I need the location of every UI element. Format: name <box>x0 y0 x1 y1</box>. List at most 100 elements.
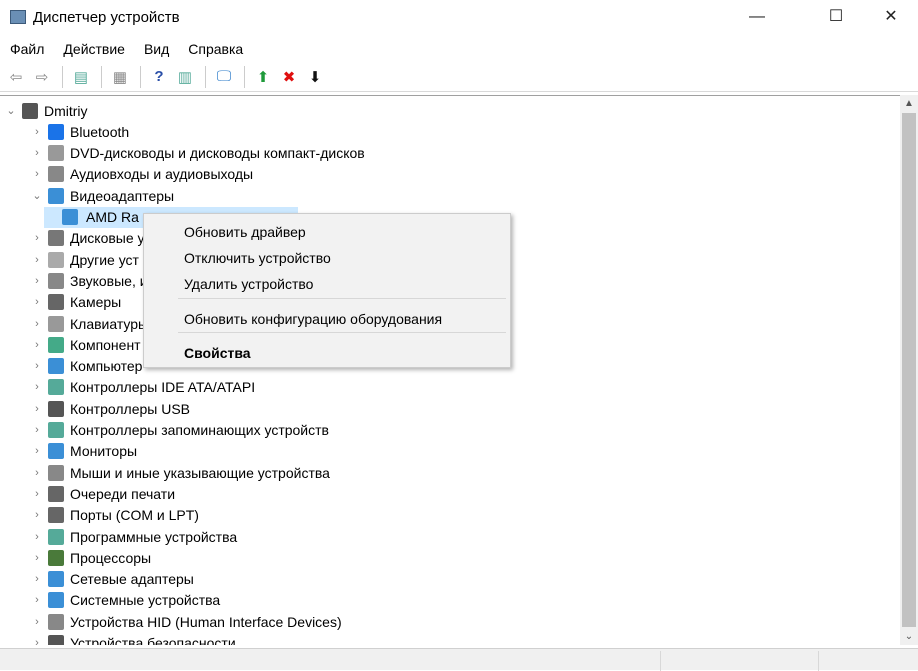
expand-chevron-icon[interactable]: › <box>30 403 44 415</box>
tree-item[interactable]: › Дисковые у <box>30 228 145 249</box>
tree-item[interactable]: › Другие уст <box>30 249 139 270</box>
menu-view[interactable]: Вид <box>134 38 178 60</box>
tree-item[interactable]: › Клавиатуры <box>30 313 148 334</box>
software-device-icon <box>48 528 64 545</box>
storage-controller-icon <box>48 422 64 438</box>
expand-chevron-icon[interactable]: › <box>30 381 44 393</box>
collapse-chevron-icon[interactable]: ⌄ <box>4 104 18 117</box>
action-pane-button[interactable]: ▥ <box>173 65 197 89</box>
tree-item[interactable]: › Контроллеры запоминающих устройств <box>30 420 329 441</box>
menu-item-uninstall-device[interactable]: Удалить устройство <box>184 276 313 292</box>
software-component-icon <box>48 336 64 353</box>
tree-item-label: Процессоры <box>70 549 152 566</box>
tree-item[interactable]: › Контроллеры USB <box>30 398 190 419</box>
download-button[interactable]: ⬇ <box>303 65 327 89</box>
tree-item-label: Очереди печати <box>70 485 176 502</box>
menu-item-update-driver[interactable]: Обновить драйвер <box>184 224 306 240</box>
close-button[interactable]: ✕ <box>868 0 914 34</box>
tree-item[interactable]: › Камеры <box>30 292 121 313</box>
expand-chevron-icon[interactable]: › <box>30 509 44 521</box>
tree-item[interactable]: › Bluetooth <box>30 121 129 142</box>
menu-item-scan-hardware[interactable]: Обновить конфигурацию оборудования <box>184 311 442 327</box>
expand-chevron-icon[interactable]: › <box>30 296 44 308</box>
menu-bar: Файл Действие Вид Справка <box>0 38 252 60</box>
menu-action[interactable]: Действие <box>53 38 134 60</box>
properties-button[interactable]: ▦ <box>108 65 132 89</box>
security-device-icon <box>48 635 64 645</box>
tree-item[interactable]: › Порты (COM и LPT) <box>30 505 199 526</box>
expand-chevron-icon[interactable]: › <box>30 594 44 606</box>
menu-item-disable-device[interactable]: Отключить устройство <box>184 250 331 266</box>
expand-chevron-icon[interactable]: › <box>30 275 44 287</box>
menu-file[interactable]: Файл <box>0 38 53 60</box>
tree-item[interactable]: › Аудиовходы и аудиовыходы <box>30 164 253 185</box>
expand-chevron-icon[interactable]: › <box>30 232 44 244</box>
scroll-down-icon[interactable]: ⌄ <box>900 631 918 642</box>
expand-chevron-icon[interactable]: › <box>30 168 44 180</box>
vertical-scrollbar[interactable]: ▲ ⌄ <box>900 95 918 645</box>
expand-chevron-icon[interactable]: › <box>30 339 44 351</box>
expand-chevron-icon[interactable]: › <box>30 360 44 372</box>
scan-hardware-button[interactable]: 🖵 <box>212 65 236 89</box>
properties-icon: ▦ <box>112 68 128 86</box>
scroll-up-icon[interactable]: ▲ <box>900 98 918 109</box>
forward-arrow-button[interactable]: ⇨ <box>30 65 54 89</box>
menu-separator <box>178 332 506 333</box>
minimize-button[interactable]: — <box>734 0 780 34</box>
back-arrow-icon: ⇦ <box>9 68 23 86</box>
expand-chevron-icon[interactable]: › <box>30 637 44 645</box>
expand-chevron-icon[interactable]: › <box>30 531 44 543</box>
tree-item[interactable]: › Мониторы <box>30 441 137 462</box>
speaker-icon <box>48 166 64 183</box>
tree-item[interactable]: › Контроллеры IDE ATA/ATAPI <box>30 377 255 398</box>
tree-item[interactable]: › Мыши и иные указывающие устройства <box>30 462 330 483</box>
tree-item[interactable]: › DVD-дисководы и дисководы компакт-диско… <box>30 143 365 164</box>
tree-item[interactable]: ⌄ Dmitriy <box>4 100 88 121</box>
tree-item[interactable]: › Компонент <box>30 334 141 355</box>
tree-item-label: DVD-дисководы и дисководы компакт-дисков <box>70 145 365 162</box>
tree-item[interactable]: › Устройства HID (Human Interface Devices… <box>30 611 342 632</box>
tree-item-label: Мыши и иные указывающие устройства <box>70 464 330 481</box>
tree-item-label: Компонент <box>70 336 141 353</box>
display-adapter-icon <box>48 187 64 204</box>
tree-item-label: Контроллеры запоминающих устройств <box>70 422 329 438</box>
expand-chevron-icon[interactable]: › <box>30 445 44 457</box>
update-driver-button[interactable]: ⬆ <box>251 65 275 89</box>
expand-chevron-icon[interactable]: › <box>30 126 44 138</box>
maximize-button[interactable]: ☐ <box>813 0 859 34</box>
expand-chevron-icon[interactable]: › <box>30 552 44 564</box>
tree-item[interactable]: › Очереди печати <box>30 483 175 504</box>
expand-chevron-icon[interactable]: › <box>30 467 44 479</box>
show-hide-console-tree-button[interactable]: ▤ <box>69 65 93 89</box>
expand-chevron-icon[interactable]: › <box>30 318 44 330</box>
usb-icon <box>48 400 64 417</box>
menu-help[interactable]: Справка <box>178 38 252 60</box>
expand-chevron-icon[interactable]: › <box>30 424 44 436</box>
toolbar-separator <box>205 65 206 88</box>
tree-item[interactable]: › Системные устройства <box>30 590 220 611</box>
tree-item[interactable]: › Компьютер <box>30 356 142 377</box>
scrollbar-thumb[interactable] <box>902 113 916 627</box>
expand-chevron-icon[interactable]: › <box>30 254 44 266</box>
port-icon <box>48 507 64 524</box>
tree-item[interactable]: › Сетевые адаптеры <box>30 569 194 590</box>
help-button[interactable]: ? <box>147 65 171 89</box>
tree-item-label: Видеоадаптеры <box>70 187 175 204</box>
uninstall-button[interactable]: ✖ <box>277 65 301 89</box>
expand-chevron-icon[interactable]: › <box>30 573 44 585</box>
tree-item[interactable]: › Программные устройства <box>30 526 237 547</box>
tree-item-label: Dmitriy <box>44 102 88 119</box>
tree-item[interactable]: › Процессоры <box>30 547 151 568</box>
tree-item[interactable]: ⌄ Видеоадаптеры <box>30 185 174 206</box>
expand-chevron-icon[interactable]: › <box>30 616 44 628</box>
network-adapter-icon <box>48 571 64 588</box>
tree-item-label: Устройства HID (Human Interface Devices) <box>70 613 342 630</box>
back-arrow-button[interactable]: ⇦ <box>4 65 28 89</box>
menu-item-properties[interactable]: Свойства <box>184 345 251 361</box>
tree-item[interactable]: › Устройства безопасности <box>30 633 236 645</box>
tree-item-label: Компьютер <box>70 358 143 375</box>
tree-item[interactable]: › Звуковые, и <box>30 270 148 291</box>
collapse-chevron-icon[interactable]: ⌄ <box>30 189 44 202</box>
expand-chevron-icon[interactable]: › <box>30 147 44 159</box>
expand-chevron-icon[interactable]: › <box>30 488 44 500</box>
